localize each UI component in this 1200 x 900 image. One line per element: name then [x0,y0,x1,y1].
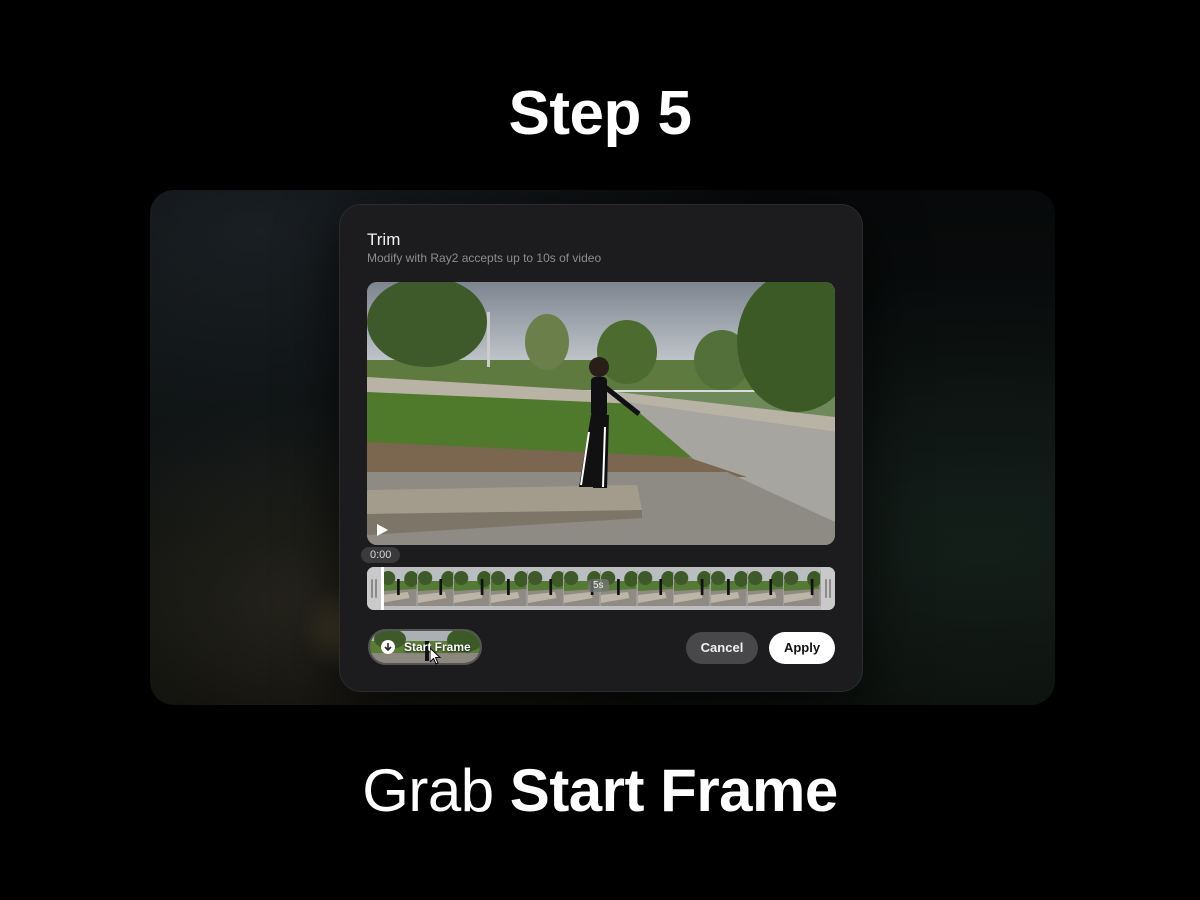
timeline-frame [491,571,528,606]
caption: Grab Start Frame [0,756,1200,825]
dialog-subtitle: Modify with Ray2 accepts up to 10s of vi… [367,251,602,265]
timeline-frame [674,571,712,606]
download-icon [381,640,395,654]
caption-bold: Start Frame [509,757,838,824]
page: Step 5 Trim Modify with Ray2 accepts up … [0,0,1200,900]
video-preview[interactable] [367,282,835,545]
play-icon[interactable] [376,524,388,536]
timeline-frame [711,571,748,606]
dialog-title: Trim [367,230,401,249]
timeline-mid-label: 5s [588,579,609,592]
step-title: Step 5 [508,79,692,148]
timeline-frame [527,571,565,606]
timeline-frame [784,571,821,606]
current-time-badge: 0:00 [361,547,401,563]
trim-timeline[interactable]: 5s [367,567,835,610]
timeline-frame [454,571,492,606]
apply-button[interactable]: Apply [769,632,835,664]
video-frame-image [367,282,835,545]
timeline-frame [417,571,455,606]
trim-handle-left[interactable] [367,567,381,610]
timeline-frame [381,571,418,606]
timeline-frame [637,571,675,606]
mouse-cursor-icon [430,648,442,665]
trim-dialog: Trim Modify with Ray2 accepts up to 10s … [339,204,863,692]
caption-regular: Grab [362,757,494,824]
cancel-button[interactable]: Cancel [686,632,758,664]
playhead[interactable] [381,567,384,610]
trim-handle-right[interactable] [821,567,835,610]
start-frame-button[interactable]: Start Frame [368,629,482,665]
timeline-frame [747,571,785,606]
